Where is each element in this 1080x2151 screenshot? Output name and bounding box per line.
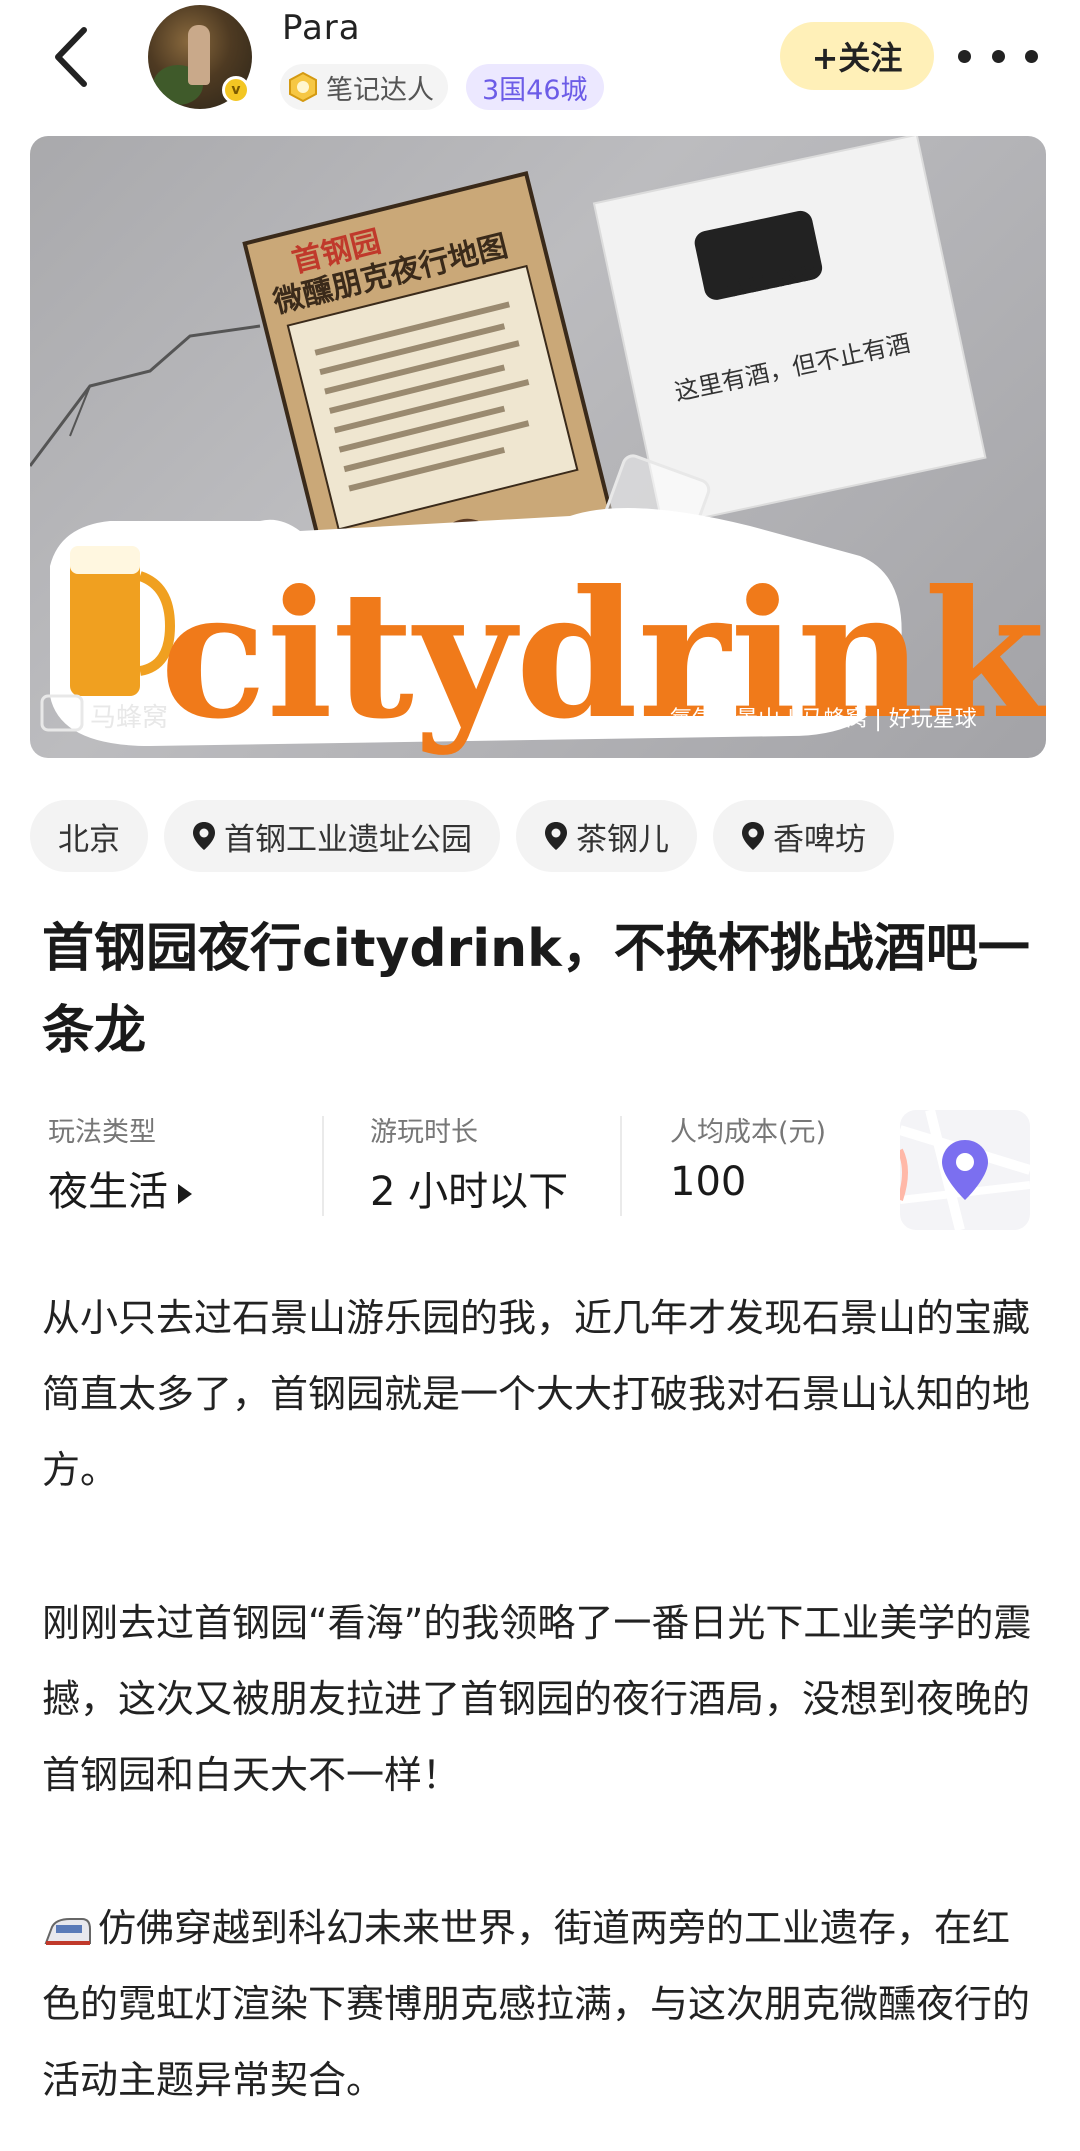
location-pin-icon [545,822,567,850]
follow-button[interactable]: +关注 [780,22,934,90]
verified-badge: v [222,76,250,104]
tag-shougang-park[interactable]: 首钢工业遗址公园 [164,800,500,872]
body-paragraph-3: 仿佛穿越到科幻未来世界，街道两旁的工业遗存，在红色的霓虹灯渲染下赛博朋克感拉满，… [42,1890,1042,2118]
stat-label: 游玩时长 [370,1117,478,1148]
cover-illustration: 首钢园 微醺朋克夜行地图 WEKIND 这里有酒，但不止有酒 citydrink… [30,136,1046,758]
location-pin-icon [193,822,215,850]
stat-label: 玩法类型 [48,1117,156,1148]
username[interactable]: Para [282,8,361,48]
play-triangle-icon [178,1184,192,1204]
chevron-left-icon[interactable] [44,22,100,92]
body-paragraph-1: 从小只去过石景山游乐园的我，近几年才发现石景山的宝藏简直太多了，首钢园就是一个大… [42,1296,1031,1492]
stat-label: 人均成本(元) [670,1117,827,1148]
hexagon-badge-icon [289,72,317,102]
body-paragraph-3-text: 仿佛穿越到科幻未来世界，街道两旁的工业遗存，在红色的霓虹灯渲染下赛博朋克感拉满，… [42,1906,1031,2102]
stat-duration: 游玩时长 2 小时以下 [370,1110,568,1220]
stat-cost: 人均成本(元) 100 [670,1110,826,1220]
note-expert-badge[interactable]: 笔记达人 [280,64,448,110]
watermark: 马蜂窝 [90,703,168,733]
post-title: 首钢园夜行citydrink，不换杯挑战酒吧一条龙 [42,919,1030,1061]
stat-value: 夜生活 [48,1169,168,1215]
tag-label: 香啤坊 [773,821,866,858]
more-dots-icon[interactable] [958,34,1038,78]
tag-xiangpifang[interactable]: 香啤坊 [713,800,894,872]
divider [322,1116,324,1216]
note-expert-label: 笔记达人 [326,74,434,106]
cover-image[interactable]: 首钢园 微醺朋克夜行地图 WEKIND 这里有酒，但不止有酒 citydrink… [30,136,1046,758]
divider [620,1116,622,1216]
footer-brands: 氧气石景山 | 马蜂窝 | 好玩星球 [670,707,977,732]
tag-chagang[interactable]: 茶钢儿 [516,800,697,872]
tag-label: 茶钢儿 [576,821,669,858]
city-count-badge[interactable]: 3国46城 [466,64,604,110]
stat-play-type[interactable]: 玩法类型 夜生活 [48,1110,192,1220]
map-thumbnail[interactable] [900,1110,1030,1230]
stat-value: 100 [670,1159,747,1205]
tag-beijing[interactable]: 北京 [30,800,148,872]
location-tags: 北京 首钢工业遗址公园 茶钢儿 香啤坊 [30,800,894,872]
map-pin-icon [900,1110,1030,1230]
author-header: v Para 笔记达人 3国46城 +关注 [0,0,1080,130]
tag-label: 首钢工业遗址公园 [224,821,472,858]
body-paragraph-2: 刚刚去过首钢园“看海”的我领略了一番日光下工业美学的震撼，这次又被朋友拉进了首钢… [42,1601,1032,1797]
bullet-train-icon [44,1917,91,1945]
stat-value: 2 小时以下 [370,1169,569,1215]
trip-stats: 玩法类型 夜生活 游玩时长 2 小时以下 人均成本(元) 100 [30,1110,1046,1230]
tag-label: 北京 [58,821,120,858]
location-pin-icon [742,822,764,850]
